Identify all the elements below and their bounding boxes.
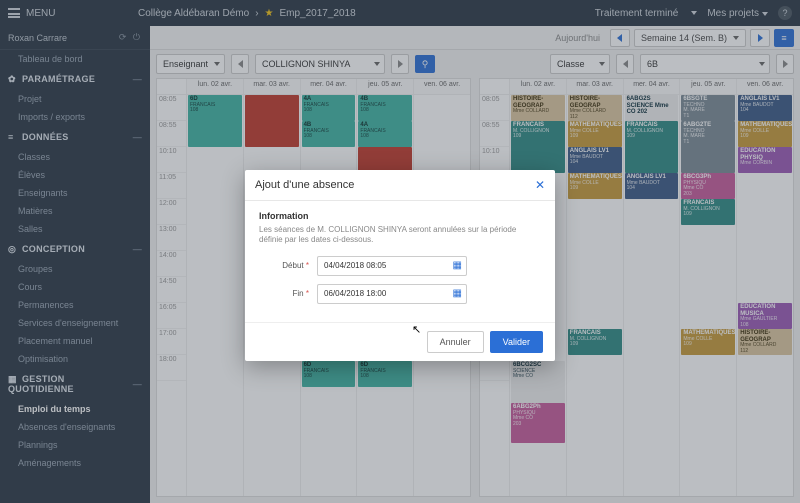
absence-modal: Ajout d'une absence ✕ Information Les sé… [245,170,555,361]
start-label: Début * [259,261,309,270]
calendar-icon[interactable]: ▦ [453,288,462,299]
modal-info-text: Les séances de M. COLLIGNON SHINYA seron… [259,225,541,246]
start-date-input[interactable]: 04/04/2018 08:05▦ [317,256,467,276]
calendar-icon[interactable]: ▦ [453,260,462,271]
close-icon[interactable]: ✕ [535,178,545,192]
modal-section-title: Information [259,211,541,221]
end-label: Fin * [259,289,309,298]
validate-button[interactable]: Valider [490,331,543,353]
modal-title: Ajout d'une absence [255,179,354,191]
cancel-button[interactable]: Annuler [427,331,484,353]
end-date-input[interactable]: 06/04/2018 18:00▦ [317,284,467,304]
